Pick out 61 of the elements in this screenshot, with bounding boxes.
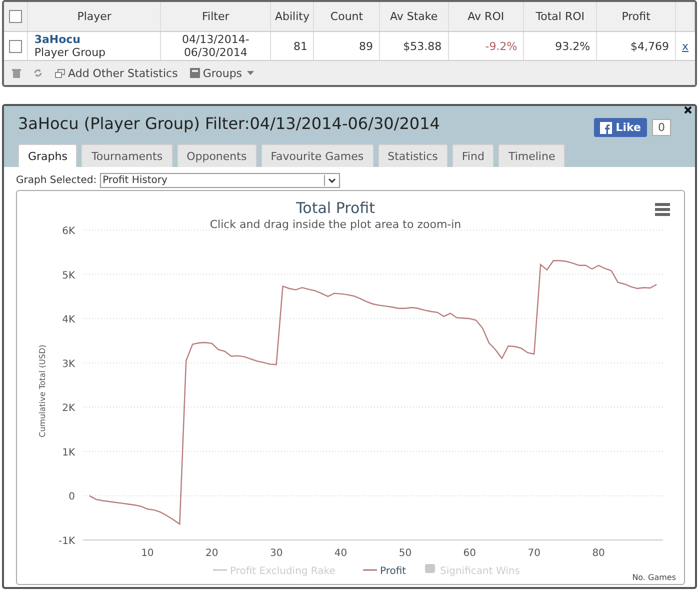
column-header[interactable]: Filter [202,10,230,23]
x-axis-label: 30 [270,548,283,559]
table-cell: 93.2% [555,40,590,52]
tab[interactable]: Find [452,144,494,167]
graph-select-label: Graph Selected: [16,175,97,186]
remove-link[interactable]: x [682,40,688,52]
table-cell: $4,769 [630,40,669,52]
graph-dropdown[interactable]: Profit History [100,173,340,188]
like-count: 0 [652,119,671,136]
player-link[interactable]: 3aHocu [34,33,81,46]
y-axis-label: 2K [62,403,75,414]
legend-label: Profit [380,566,406,577]
folder-icon [190,68,200,78]
x-axis-label: 10 [141,548,154,559]
facebook-icon [600,122,612,134]
x-axis-label: 80 [592,548,605,559]
x-axis-label: 50 [398,548,412,559]
menu-icon[interactable] [655,203,670,216]
refresh-button[interactable] [33,68,43,78]
chart-title: Total Profit [296,199,375,217]
table-cell: 81 [293,40,308,52]
panel-title: 3aHocu (Player Group) Filter:04/13/2014-06/30/2014 [18,114,440,135]
column-header[interactable]: Profit [622,10,650,23]
checkbox[interactable] [9,10,22,24]
table-cell: -9.2% [485,40,518,52]
column-header[interactable]: Player [77,10,112,23]
tab[interactable]: Favourite Games [260,144,374,167]
trash-icon [12,68,21,78]
refresh-icon [33,68,43,78]
groups-button[interactable]: Groups [190,66,254,80]
add-statistics-button[interactable]: Add Other Statistics [55,66,178,80]
caret-icon [247,71,254,75]
y-axis-label: 4K [62,314,75,326]
y-axis-label: -1K [58,536,75,547]
x-axis-label: 20 [206,548,218,559]
delete-button[interactable] [12,68,21,78]
table-cell: $53.88 [403,40,442,52]
table-cell: 89 [359,40,374,52]
x-axis-label: 60 [463,548,476,559]
y-axis-label: 5K [62,270,75,282]
x-axis-title: No. Games [632,573,676,582]
windows-icon [55,68,65,78]
y-axis-label: 0 [68,492,75,503]
table-cell: 04/13/2014- 06/30/2014 [182,33,250,59]
like-button[interactable]: Like [594,118,647,137]
y-axis-label: 3K [62,358,75,370]
tab[interactable]: Graphs [18,144,78,167]
x-axis-label: 70 [528,548,540,559]
player-type: Player Group [34,46,106,59]
tab[interactable]: Statistics [378,144,448,167]
tab[interactable]: Timeline [498,144,566,167]
y-axis-label: 1K [62,447,75,458]
y-axis-label: 6K [62,226,75,237]
y-axis-title: Cumulative Total (USD) [38,344,47,438]
chart-subtitle: Click and drag inside the plot area to zoom-in [210,218,462,231]
tab[interactable]: Opponents [176,144,257,167]
close-icon[interactable] [684,106,692,114]
checkbox[interactable] [9,40,22,53]
x-axis-label: 40 [334,548,348,559]
legend-item[interactable]: Profit [363,566,406,577]
tab[interactable]: Tournaments [81,144,173,167]
